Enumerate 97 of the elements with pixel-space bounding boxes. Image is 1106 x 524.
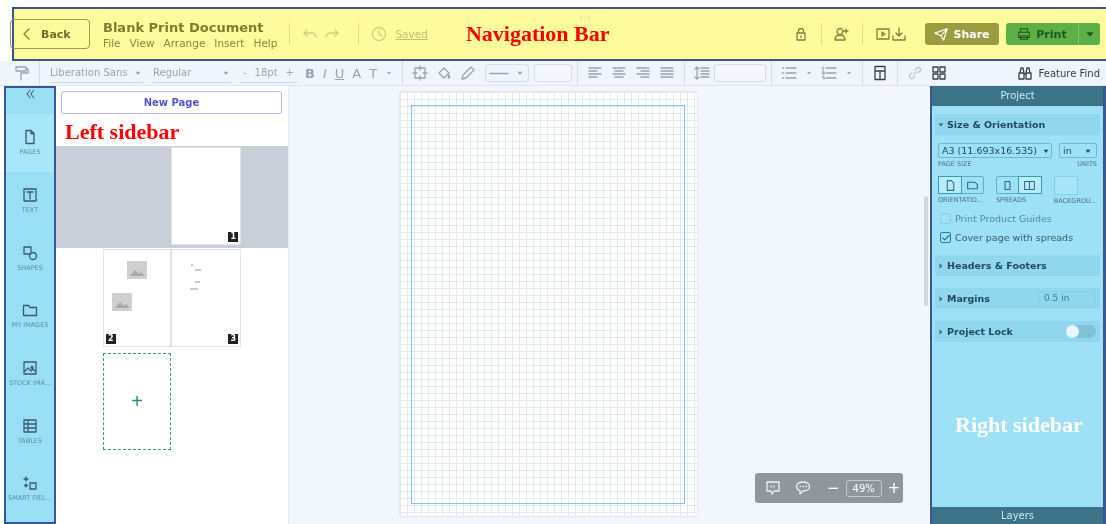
line-icon — [489, 71, 510, 75]
checkbox-label: Cover page with spreads — [955, 232, 1074, 243]
text-icon — [22, 187, 38, 204]
text-color-button[interactable]: A — [352, 65, 362, 81]
check-icon — [940, 232, 951, 243]
font-dropdown[interactable]: Liberation Sans — [50, 63, 143, 83]
image-placeholder-icon — [127, 261, 147, 279]
page-size-dropdown[interactable]: A3 (11.693x16.535) — [938, 143, 1052, 158]
play-icon[interactable] — [875, 26, 891, 42]
toggle-switch[interactable] — [1066, 325, 1096, 338]
page-icon — [22, 129, 38, 146]
image-icon — [22, 360, 38, 377]
page-number: 3 — [228, 334, 238, 344]
checkbox-label: Print Product Guides — [955, 213, 1052, 224]
lock-icon[interactable] — [793, 26, 809, 42]
folder-icon — [22, 302, 38, 319]
page-thumbnail[interactable]: 2 — [103, 249, 171, 347]
pencil-icon[interactable] — [460, 65, 477, 81]
caret-icon[interactable] — [385, 69, 394, 77]
menu-item[interactable]: Help — [253, 36, 278, 49]
chat-icon[interactable] — [795, 480, 811, 496]
page-thumbnail[interactable]: 3 — [171, 249, 241, 347]
print-menu-button[interactable] — [1078, 23, 1100, 45]
saved-link[interactable]: Saved — [395, 28, 428, 40]
caret-icon[interactable] — [845, 69, 854, 77]
menu-item[interactable]: View — [129, 36, 155, 49]
page-icon — [1023, 178, 1037, 192]
align-icon[interactable] — [587, 65, 604, 81]
triangle-icon — [937, 327, 945, 336]
image-placeholder-icon — [112, 293, 132, 311]
add-user-icon[interactable] — [834, 26, 850, 42]
table-icon — [22, 417, 38, 434]
annotation-label: Left sidebar — [65, 118, 181, 146]
page-layout-icon[interactable] — [872, 65, 889, 81]
link-icon[interactable] — [907, 65, 924, 81]
sparkle-box-icon — [22, 475, 38, 492]
zoom-field[interactable]: 49% — [845, 479, 882, 497]
line-style-dropdown[interactable] — [485, 64, 530, 82]
line-height-icon[interactable] — [694, 65, 711, 81]
add-page-button[interactable]: + — [103, 353, 171, 450]
comment-icon[interactable] — [765, 480, 781, 496]
caret-icon[interactable] — [805, 69, 814, 77]
bullet-list-icon[interactable] — [781, 65, 798, 81]
align-icon[interactable] — [635, 65, 652, 81]
margin-field[interactable]: 0.5 in — [1039, 291, 1096, 306]
page-canvas[interactable] — [400, 92, 697, 516]
download-icon[interactable] — [891, 26, 907, 42]
text-case-button[interactable]: T — [369, 65, 378, 81]
align-icon[interactable] — [659, 65, 676, 81]
line-height-field[interactable] — [714, 64, 767, 82]
decrease-size-button[interactable]: - — [243, 67, 247, 78]
align-icon[interactable] — [611, 65, 628, 81]
checkbox[interactable] — [940, 232, 951, 243]
paint-bucket-icon[interactable] — [436, 65, 453, 81]
increase-size-button[interactable]: + — [285, 67, 294, 78]
shapes-icon — [22, 244, 38, 261]
feature-find-button[interactable]: Feature Find — [1012, 65, 1100, 81]
paint-roller-icon[interactable] — [14, 65, 30, 81]
units-dropdown[interactable]: in — [1059, 143, 1097, 158]
share-button[interactable]: Share — [925, 23, 999, 45]
annotation-label: Right sidebar — [955, 412, 1084, 438]
grid-icon[interactable] — [931, 65, 948, 81]
weight-dropdown[interactable]: Regular — [153, 63, 231, 83]
new-page-button[interactable]: New Page — [61, 91, 282, 114]
bold-button[interactable]: B — [305, 65, 315, 81]
menu-item[interactable]: File — [103, 36, 121, 49]
scrollbar[interactable] — [924, 196, 928, 306]
annotation-label: Navigation Bar — [465, 21, 610, 47]
page-number: 1 — [228, 232, 238, 242]
italic-button[interactable]: I — [322, 65, 327, 81]
spread-button[interactable] — [1018, 177, 1041, 193]
triangle-icon — [937, 294, 945, 303]
page-number: 2 — [106, 334, 116, 344]
document-title: Blank Print Document — [103, 19, 265, 35]
section-header[interactable]: Size & Orientation — [935, 114, 1100, 135]
print-button[interactable]: Print — [1006, 23, 1078, 45]
binoculars-icon — [1016, 65, 1033, 81]
font-size-value[interactable]: 18pt — [254, 67, 278, 78]
frame-icon[interactable] — [412, 65, 429, 81]
menu-item[interactable]: Insert — [214, 36, 245, 49]
printer-icon — [1017, 27, 1032, 41]
page-thumbnail[interactable]: 1 — [171, 147, 241, 245]
zoom-in-button[interactable]: + — [887, 479, 901, 497]
underline-button[interactable]: U — [334, 65, 345, 81]
section-header[interactable]: Margins — [935, 293, 991, 304]
panel-header[interactable]: Project — [932, 86, 1103, 106]
numbered-list-icon[interactable] — [821, 65, 838, 81]
portrait-button[interactable] — [939, 177, 961, 193]
line-width-field[interactable] — [534, 64, 573, 82]
menu-item[interactable]: Arrange — [163, 36, 206, 49]
triangle-icon — [937, 261, 945, 270]
back-button[interactable]: Back — [10, 19, 90, 49]
panel-footer[interactable]: Layers — [932, 507, 1103, 524]
send-icon — [934, 27, 949, 41]
background-swatch[interactable] — [1053, 176, 1078, 195]
clock-icon — [371, 26, 388, 42]
zoom-out-button[interactable]: − — [827, 479, 840, 497]
